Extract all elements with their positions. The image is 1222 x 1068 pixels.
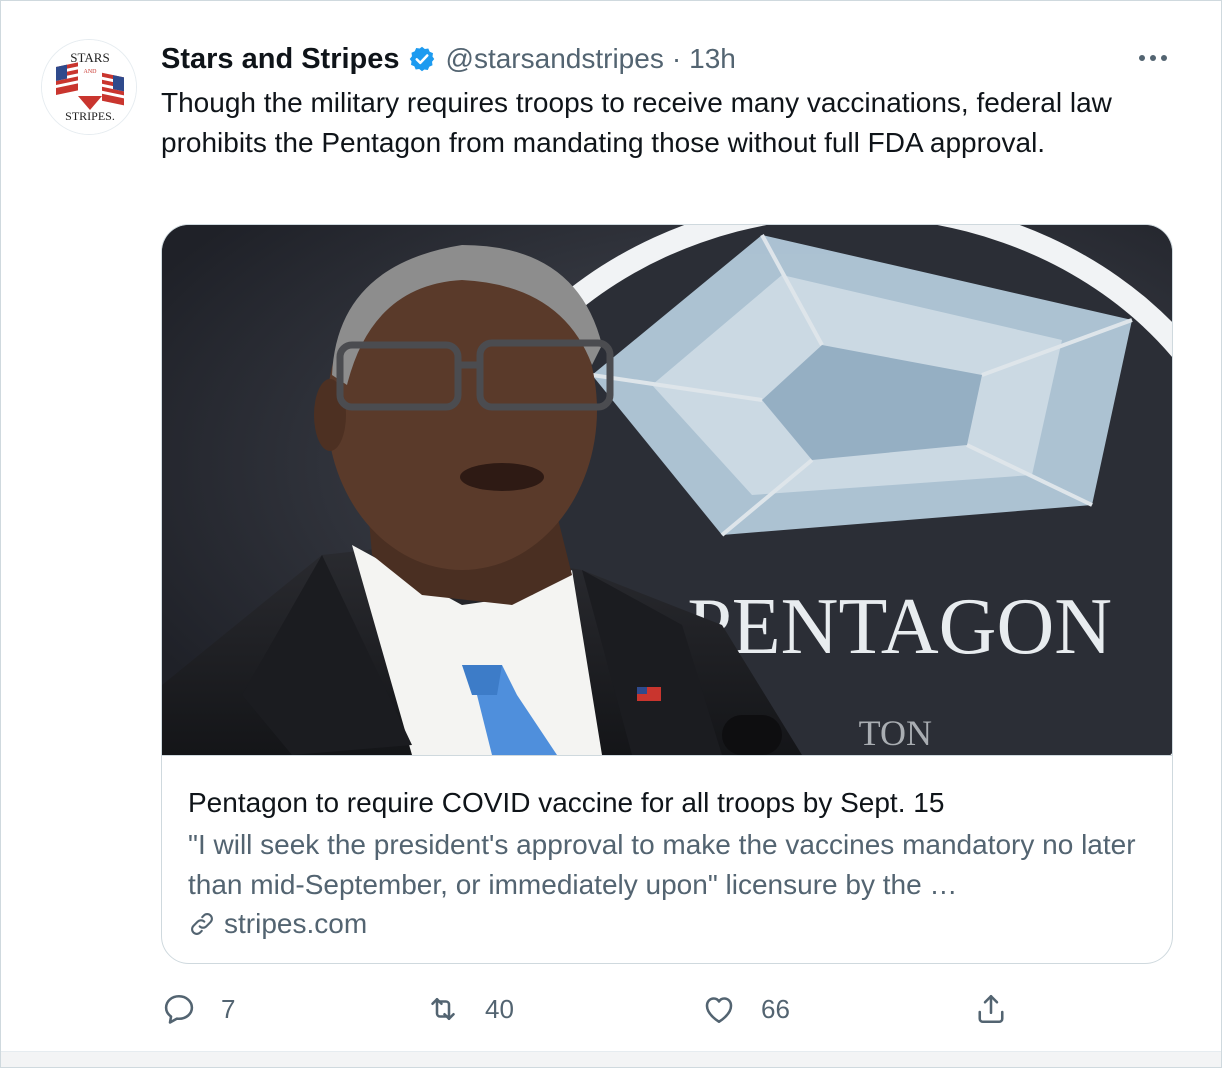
more-icon[interactable] [1133, 41, 1173, 75]
tweet-header: Stars and Stripes @starsandstripes · 13h [161, 39, 736, 79]
like-icon [701, 991, 737, 1027]
display-name[interactable]: Stars and Stripes [161, 43, 400, 76]
timestamp[interactable]: 13h [689, 43, 736, 75]
card-domain: stripes.com [188, 905, 1158, 943]
card-domain-text: stripes.com [224, 908, 368, 939]
svg-text:AND: AND [84, 69, 98, 75]
tweet-actions: 7 40 66 [161, 985, 1061, 1033]
reply-button[interactable]: 7 [161, 985, 235, 1033]
card-title: Pentagon to require COVID vaccine for al… [188, 787, 945, 818]
svg-text:TON: TON [859, 713, 932, 753]
like-button[interactable]: 66 [701, 985, 790, 1033]
tweet-frame: STARS AND STRIPES. Stars and Stripes @st… [0, 0, 1222, 1068]
reply-count: 7 [221, 993, 236, 1024]
like-count: 66 [761, 993, 790, 1024]
pentagon-sign-text: PENTAGON [687, 583, 1112, 671]
verified-badge-icon [408, 45, 436, 73]
share-button[interactable] [973, 985, 1009, 1033]
separator-dot: · [671, 43, 682, 74]
card-divider [162, 755, 1172, 756]
retweet-count: 40 [485, 993, 514, 1024]
share-icon [973, 991, 1009, 1027]
tweet[interactable]: STARS AND STRIPES. Stars and Stripes @st… [1, 1, 1222, 1053]
avatar[interactable]: STARS AND STRIPES. [41, 39, 137, 135]
link-card[interactable]: PENTAGON TON Pentagon to require COVID v… [161, 224, 1173, 964]
stars-and-stripes-logo: STARS AND STRIPES. [42, 40, 136, 134]
link-icon [188, 910, 216, 938]
card-image[interactable]: PENTAGON TON [162, 225, 1172, 755]
card-description: "I will seek the president's approval to… [188, 829, 1136, 900]
handle[interactable]: @starsandstripes [446, 43, 664, 75]
tweet-text: Though the military requires troops to r… [161, 87, 1112, 158]
svg-text:STARS: STARS [70, 50, 109, 65]
card-body: Pentagon to require COVID vaccine for al… [188, 785, 1158, 943]
retweet-icon [425, 991, 461, 1027]
right-flag-graphic [102, 72, 124, 106]
retweet-button[interactable]: 40 [425, 985, 514, 1033]
reply-icon [161, 991, 197, 1027]
left-flag-graphic [56, 62, 78, 96]
svg-text:STRIPES.: STRIPES. [65, 109, 115, 123]
bottom-strip [1, 1051, 1221, 1067]
